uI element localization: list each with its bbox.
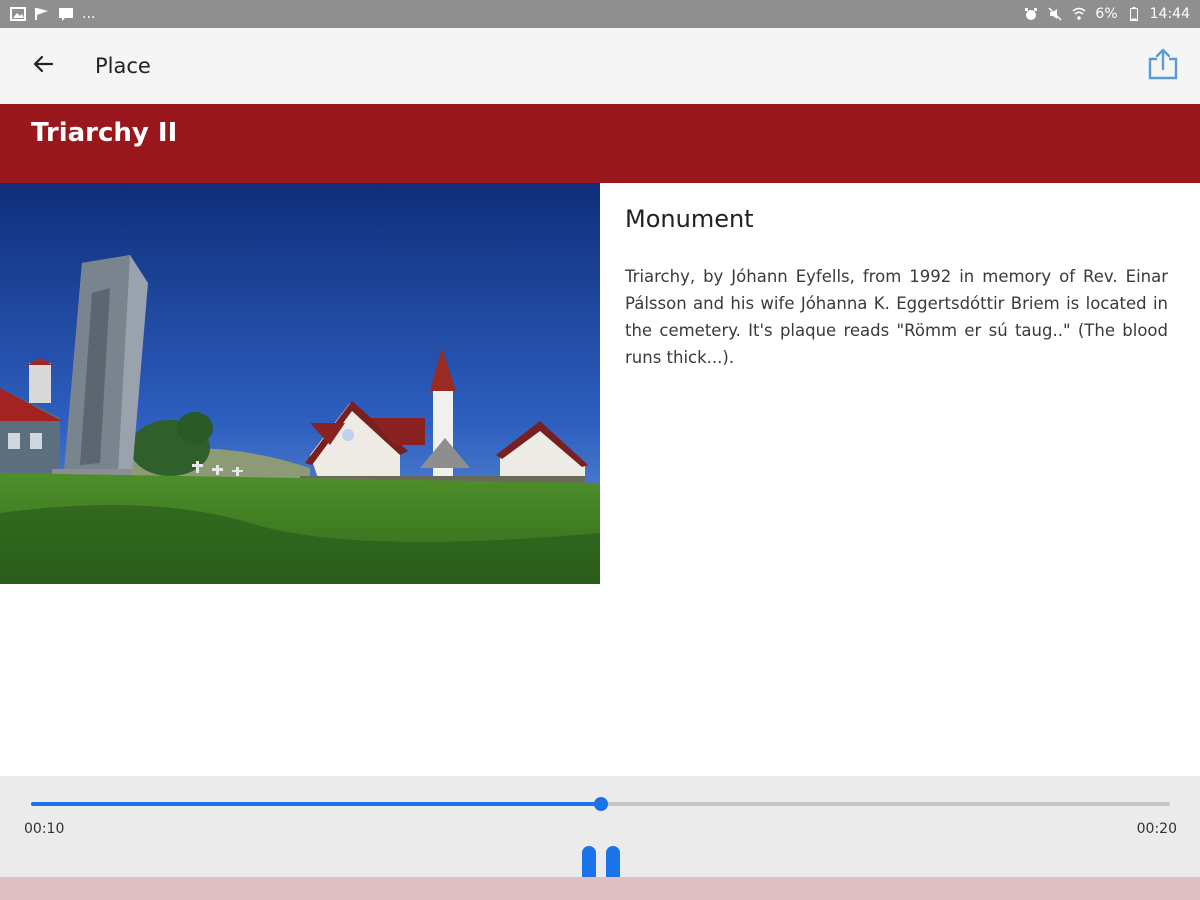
share-icon [1146, 47, 1180, 86]
total-time: 00:20 [1136, 821, 1177, 837]
place-description: Triarchy, by Jóhann Eyfells, from 1992 i… [625, 267, 1168, 367]
app-screen: ... 6% 14:44 Place Triarchy II Monument … [0, 0, 1200, 900]
place-title-band: Triarchy II [0, 104, 1200, 183]
app-bar-title: Place [95, 54, 151, 78]
back-button[interactable] [23, 46, 63, 86]
battery-icon [1126, 7, 1142, 21]
battery-percent: 6% [1095, 6, 1118, 22]
place-category: Monument [625, 205, 754, 233]
status-more-indicator: ... [82, 6, 96, 22]
alarm-icon [1023, 7, 1039, 21]
wifi-icon [1071, 7, 1087, 21]
bottom-strip [0, 877, 1200, 900]
status-bar: ... 6% 14:44 [0, 0, 1200, 28]
message-icon [58, 7, 74, 21]
elapsed-time: 00:10 [24, 821, 65, 837]
place-name: Triarchy II [31, 118, 178, 148]
flag-icon [34, 7, 50, 21]
arrow-left-icon [32, 53, 54, 80]
status-bar-left: ... [10, 6, 95, 22]
seek-bar-progress [31, 802, 601, 806]
audio-player: 00:10 00:20 [0, 776, 1200, 900]
seek-bar[interactable] [31, 797, 1170, 811]
status-bar-right: 6% 14:44 [1023, 6, 1190, 22]
app-bar: Place [0, 28, 1200, 104]
monument-and-church-photo [0, 183, 600, 584]
share-button[interactable] [1144, 47, 1182, 85]
place-details: Monument Triarchy, by Jóhann Eyfells, fr… [625, 205, 1168, 371]
image-icon [10, 7, 26, 21]
seek-bar-thumb[interactable] [593, 797, 608, 811]
mute-icon [1047, 7, 1063, 21]
status-time: 14:44 [1149, 6, 1190, 22]
